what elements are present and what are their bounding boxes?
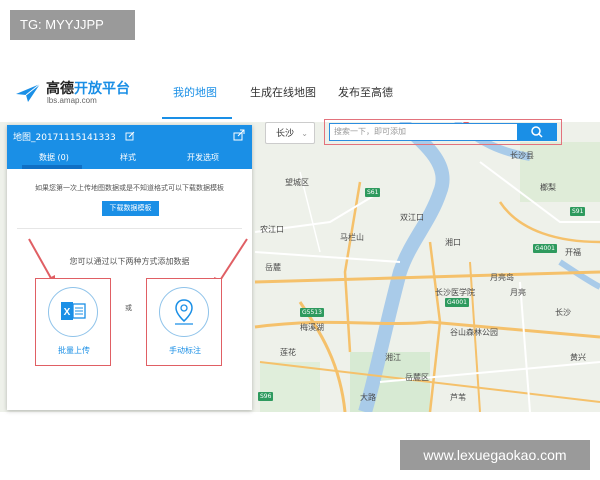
share-icon[interactable]	[233, 129, 245, 141]
map-label: 大路	[360, 393, 376, 402]
highway-road	[428, 241, 442, 412]
map-label: 双江口	[400, 213, 424, 222]
search-highlight-box: 搜索一下，即可添加	[324, 119, 562, 145]
minor-road	[254, 251, 401, 263]
map-label: 月亮岛	[490, 273, 514, 282]
location-icon-circle	[159, 287, 209, 337]
search-input[interactable]: 搜索一下，即可添加	[329, 123, 517, 141]
excel-icon-circle: X	[48, 287, 98, 337]
divider	[17, 228, 242, 229]
search-button[interactable]	[517, 123, 557, 141]
map-label: 梅溪湖	[300, 323, 324, 332]
chevron-down-icon: ⌄	[301, 129, 308, 138]
map-label: 开福	[565, 248, 581, 257]
map-title[interactable]: 地图_20171115141333	[13, 130, 135, 143]
panel-header: 地图_20171115141333 数据 (0) 样式 开发选项	[7, 125, 252, 169]
amap-logo-icon	[16, 83, 41, 102]
search-icon	[531, 126, 543, 138]
map-label: 长沙	[555, 308, 571, 317]
map-label: 岳麓	[265, 263, 281, 272]
map-label: 湘口	[445, 238, 461, 247]
map-label: 谷山森林公园	[450, 328, 498, 337]
map-label: 湘江	[385, 353, 401, 362]
park-area	[260, 362, 320, 412]
road-badge: S61	[365, 188, 381, 197]
map-label: 黄兴	[570, 353, 586, 362]
nav-generate-online-map[interactable]: 生成在线地图	[250, 84, 316, 100]
excel-icon: X	[61, 302, 86, 320]
or-separator: 或	[125, 304, 132, 312]
river-branch	[558, 259, 600, 290]
road-badge: G4001	[445, 298, 469, 307]
tab-style[interactable]: 样式	[120, 152, 136, 163]
road-badge: G4001	[533, 244, 557, 253]
map-label: 月亮	[510, 288, 526, 297]
manual-mark-label: 手动标注	[169, 346, 201, 355]
batch-upload-card[interactable]: X 批量上传	[35, 278, 111, 366]
map-label: 农江口	[260, 225, 284, 234]
manual-mark-card[interactable]: 手动标注	[146, 278, 222, 366]
logo-subtitle: lbs.amap.com	[47, 96, 97, 105]
map-label: 芦苇	[450, 393, 466, 402]
map-data-panel: 地图_20171115141333 数据 (0) 样式 开发选项 如果您第一次上…	[7, 125, 252, 410]
download-template-button[interactable]: 下载数据模板	[102, 201, 159, 216]
location-pin-icon	[175, 299, 193, 325]
city-selector[interactable]: 长沙 ⌄	[265, 122, 315, 144]
map-label: 长沙医学院	[435, 288, 475, 297]
batch-upload-label: 批量上传	[58, 346, 90, 355]
map-label: 长沙县	[510, 151, 534, 160]
highway-road	[254, 270, 600, 284]
road-badge: S91	[570, 207, 586, 216]
map-label: 榔梨	[540, 183, 556, 192]
map-label: 岳麓区	[405, 373, 429, 382]
logo-title[interactable]: 高德开放平台	[46, 78, 130, 98]
nav-publish-to-amap[interactable]: 发布至高德	[338, 84, 393, 100]
map-label: 马栏山	[340, 233, 364, 242]
upload-hint-text: 如果您第一次上传地图数据或是不知道格式可以下载数据模板	[35, 184, 224, 192]
map-label: 望城区	[285, 178, 309, 187]
road-badge: S96	[258, 392, 274, 401]
nav-my-maps[interactable]: 我的地图	[173, 84, 217, 100]
tab-dev-options[interactable]: 开发选项	[187, 152, 219, 163]
nav-active-indicator	[162, 117, 232, 119]
road-badge: G5513	[300, 308, 324, 317]
watermark-bottom-right: www.lexuegaokao.com	[400, 440, 590, 470]
watermark-top-left: TG: MYYJJPP	[10, 10, 135, 40]
map-label: 莲花	[280, 348, 296, 357]
edit-icon[interactable]	[125, 131, 135, 141]
tab-data[interactable]: 数据 (0)	[39, 152, 69, 163]
tab-active-indicator	[22, 165, 82, 169]
svg-text:X: X	[64, 307, 71, 318]
